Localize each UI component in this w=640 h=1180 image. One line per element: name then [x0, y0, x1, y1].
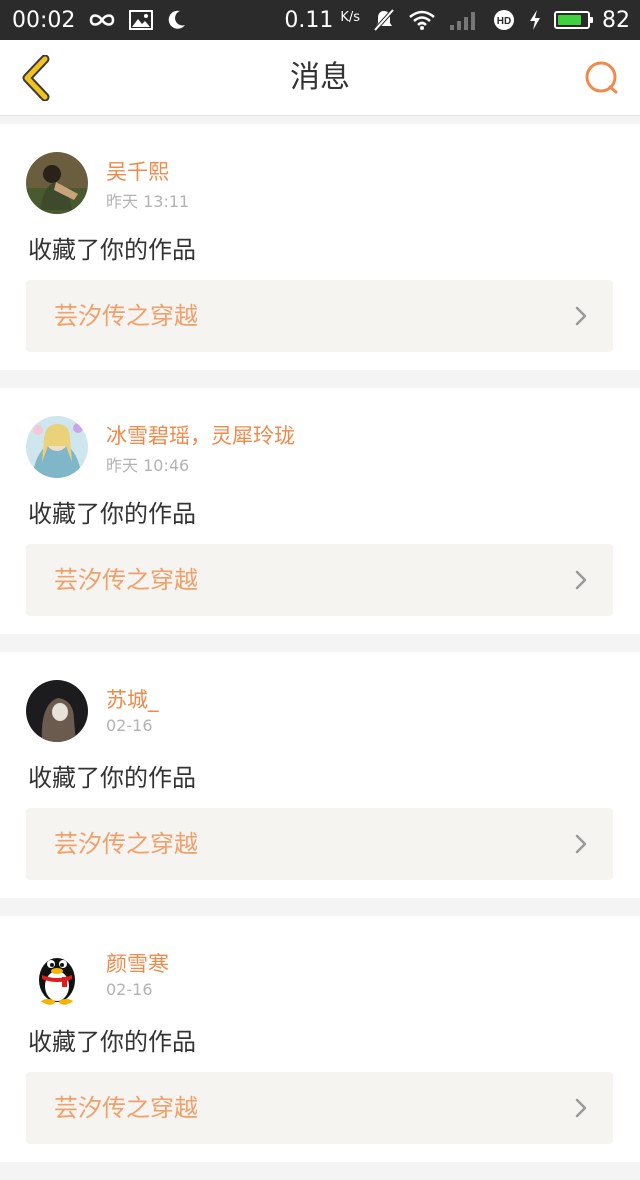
wifi-icon	[408, 9, 436, 31]
work-title: 芸汐传之穿越	[54, 830, 198, 858]
user-name[interactable]: 吴千熙	[106, 156, 169, 186]
page-title: 消息	[290, 60, 350, 95]
avatar[interactable]	[26, 680, 88, 742]
charging-icon	[528, 9, 542, 31]
chevron-right-icon	[575, 570, 587, 590]
message-text: 收藏了你的作品	[28, 500, 196, 528]
moon-icon	[165, 9, 187, 31]
user-name[interactable]: 苏城_	[106, 684, 159, 714]
message-card: 颜雪寒 02-16 收藏了你的作品 芸汐传之穿越	[0, 916, 640, 1162]
battery-icon	[554, 11, 593, 29]
work-link[interactable]: 芸汐传之穿越	[26, 544, 613, 616]
message-text: 收藏了你的作品	[28, 764, 196, 792]
message-time: 02-16	[106, 716, 153, 735]
work-link[interactable]: 芸汐传之穿越	[26, 280, 613, 352]
network-speed: 0.11 K/s	[284, 7, 360, 33]
status-bar: 00:02 0.11 K/s HD 82	[0, 0, 640, 40]
avatar[interactable]	[26, 152, 88, 214]
avatar[interactable]	[26, 944, 88, 1006]
work-link[interactable]: 芸汐传之穿越	[26, 1072, 613, 1144]
header-bar: 消息	[0, 40, 640, 116]
hd-icon: HD	[492, 8, 516, 32]
chevron-right-icon	[575, 306, 587, 326]
status-time: 00:02	[12, 7, 76, 33]
search-icon	[585, 61, 618, 94]
message-card: 冰雪碧瑶，灵犀玲珑 昨天 10:46 收藏了你的作品 芸汐传之穿越	[0, 388, 640, 634]
avatar[interactable]	[26, 416, 88, 478]
message-card: 苏城_ 02-16 收藏了你的作品 芸汐传之穿越	[0, 652, 640, 898]
work-link[interactable]: 芸汐传之穿越	[26, 808, 613, 880]
user-name[interactable]: 颜雪寒	[106, 948, 169, 978]
battery-level	[558, 15, 581, 25]
qq-penguin-icon	[39, 958, 75, 1005]
message-text: 收藏了你的作品	[28, 1028, 196, 1056]
work-title: 芸汐传之穿越	[54, 1094, 198, 1122]
signal-icon	[448, 9, 480, 31]
message-text: 收藏了你的作品	[28, 236, 196, 264]
svg-text:HD: HD	[497, 16, 511, 27]
image-icon	[129, 10, 154, 30]
search-button[interactable]	[578, 54, 626, 102]
message-card: 吴千熙 昨天 13:11 收藏了你的作品 芸汐传之穿越	[0, 124, 640, 370]
mute-icon	[372, 8, 396, 32]
message-list: 吴千熙 昨天 13:11 收藏了你的作品 芸汐传之穿越 冰雪碧瑶，灵犀玲珑 昨天…	[0, 124, 640, 1180]
user-name[interactable]: 冰雪碧瑶，灵犀玲珑	[106, 420, 295, 450]
chevron-right-icon	[575, 1098, 587, 1118]
work-title: 芸汐传之穿越	[54, 566, 198, 594]
message-time: 昨天 10:46	[106, 456, 190, 475]
infinity-icon	[87, 11, 117, 29]
chevron-right-icon	[575, 834, 587, 854]
battery-percent: 82	[602, 7, 630, 33]
message-time: 02-16	[106, 980, 153, 999]
work-title: 芸汐传之穿越	[54, 302, 198, 330]
message-time: 昨天 13:11	[106, 192, 190, 211]
